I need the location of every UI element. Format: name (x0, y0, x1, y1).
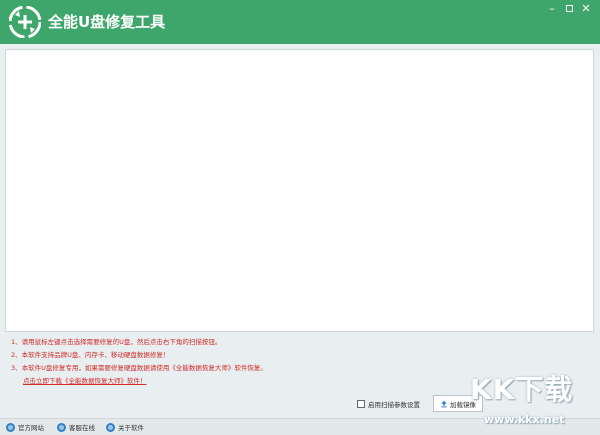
note-1: 1、请用鼠标左键点击选择需要修复的U盘，然后点击右下角的扫描按钮。 (11, 338, 222, 346)
upload-icon (441, 400, 447, 407)
minimize-button[interactable]: – (544, 2, 560, 16)
title-bar: 全能U盘修复工具 – ✕ (0, 0, 600, 44)
info-icon (106, 422, 115, 432)
maximize-button[interactable] (561, 2, 577, 16)
maximize-icon (565, 5, 573, 12)
footer-support-label: 客服在线 (69, 424, 95, 432)
footer-support-link[interactable]: 客服在线 (57, 422, 95, 432)
footer-website-label: 官方网站 (18, 424, 44, 432)
main-content: 1、请用鼠标左键点击选择需要修复的U盘，然后点击右下角的扫描按钮。 2、本软件支… (0, 44, 600, 435)
load-image-label: 加载镜像 (450, 400, 476, 409)
scan-setting-checkbox[interactable] (357, 400, 365, 408)
footer-bar: 官方网站 客服在线 关于软件 (0, 418, 600, 435)
app-title: 全能U盘修复工具 (48, 13, 166, 31)
chat-icon (57, 422, 66, 432)
instructions: 1、请用鼠标左键点击选择需要修复的U盘，然后点击右下角的扫描按钮。 2、本软件支… (11, 336, 571, 388)
note-2: 2、本软件支持品牌U盘、内存卡、移动硬盘数据修复！ (11, 351, 170, 359)
close-button[interactable]: ✕ (578, 2, 594, 16)
globe-icon (6, 422, 15, 432)
load-image-button[interactable]: 加载镜像 (433, 395, 483, 412)
app-logo-icon (9, 6, 41, 38)
scan-setting-label: 启用扫描参数设置 (368, 401, 420, 409)
scan-setting-option[interactable]: 启用扫描参数设置 (357, 398, 420, 410)
drive-list[interactable] (5, 49, 594, 332)
note-3: 3、本软件U盘修复专用，如果需要修复硬盘数据请使用《全能数据恢复大师》软件恢复。 (11, 364, 267, 372)
footer-website-link[interactable]: 官方网站 (6, 422, 44, 432)
footer-about-label: 关于软件 (118, 424, 144, 432)
footer-about-link[interactable]: 关于软件 (106, 422, 144, 432)
download-link[interactable]: 点击立即下载《全能数据恢复大师》软件！ (23, 375, 571, 388)
